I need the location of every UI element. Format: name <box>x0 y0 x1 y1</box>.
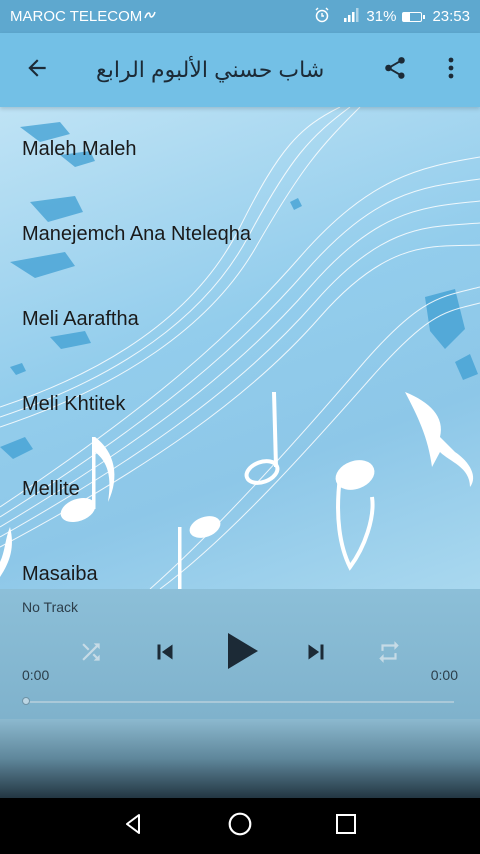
nav-back-icon <box>121 812 145 841</box>
battery-percent: 31% <box>366 8 397 25</box>
song-list: Maleh Maleh Manejemch Ana Nteleqha Meli … <box>0 107 480 589</box>
shuffle-button[interactable] <box>74 637 108 671</box>
list-item[interactable]: Manejemch Ana Nteleqha <box>0 192 480 277</box>
next-button[interactable] <box>298 637 334 671</box>
nav-recents-button[interactable] <box>306 798 386 854</box>
share-icon <box>382 55 408 86</box>
nav-home-icon <box>227 811 253 842</box>
list-item[interactable]: Meli Khtitek <box>0 362 480 447</box>
now-playing-label: No Track <box>22 599 79 615</box>
seek-handle[interactable] <box>22 697 30 705</box>
background-footer <box>0 719 480 798</box>
carrier-name: MAROC TELECOM <box>10 8 143 25</box>
current-time: 0:00 <box>22 667 50 683</box>
clock: 23:53 <box>432 8 470 25</box>
status-right: 31% 23:53 <box>314 7 470 27</box>
back-arrow-icon <box>24 55 50 86</box>
song-title: Maleh Maleh <box>22 138 137 160</box>
list-item[interactable]: Mellite <box>0 447 480 532</box>
carrier-link-icon <box>144 8 156 25</box>
song-title: Masaiba <box>22 563 98 585</box>
repeat-icon <box>376 639 402 670</box>
seek-bar[interactable] <box>22 697 454 705</box>
song-title: Mellite <box>22 478 80 500</box>
app-bar: شاب حسني الألبوم الرابع <box>0 33 480 107</box>
skip-previous-icon <box>150 637 180 672</box>
player-panel: No Track 0:00 0:00 <box>0 589 480 719</box>
battery-icon <box>402 11 426 22</box>
page-title: شاب حسني الألبوم الرابع <box>96 57 325 82</box>
shuffle-icon <box>78 639 104 670</box>
song-title: Manejemch Ana Nteleqha <box>22 223 252 245</box>
song-title: Meli Khtitek <box>22 393 126 415</box>
list-item[interactable]: Meli Aaraftha <box>0 277 480 362</box>
nav-recents-icon <box>335 813 357 840</box>
song-list-area[interactable]: Maleh Maleh Manejemch Ana Nteleqha Meli … <box>0 107 480 589</box>
list-item[interactable]: Maleh Maleh <box>0 107 480 192</box>
status-bar: MAROC TELECOM 31% 23:53 <box>0 0 480 33</box>
skip-next-icon <box>301 637 331 672</box>
back-button[interactable] <box>0 33 74 107</box>
repeat-button[interactable] <box>372 637 406 671</box>
share-button[interactable] <box>368 33 422 107</box>
play-icon <box>222 629 262 678</box>
more-options-button[interactable] <box>422 33 480 107</box>
list-item[interactable]: Masaiba <box>0 532 480 589</box>
nav-home-button[interactable] <box>200 798 280 854</box>
system-nav-bar <box>0 798 480 854</box>
total-time: 0:00 <box>430 667 458 683</box>
more-vert-icon <box>447 56 455 85</box>
play-button[interactable] <box>220 631 264 675</box>
previous-button[interactable] <box>147 637 183 671</box>
signal-icon <box>344 7 360 26</box>
song-title: Meli Aaraftha <box>22 308 139 330</box>
status-left: MAROC TELECOM <box>10 8 156 25</box>
nav-back-button[interactable] <box>93 798 173 854</box>
alarm-icon <box>314 7 330 27</box>
